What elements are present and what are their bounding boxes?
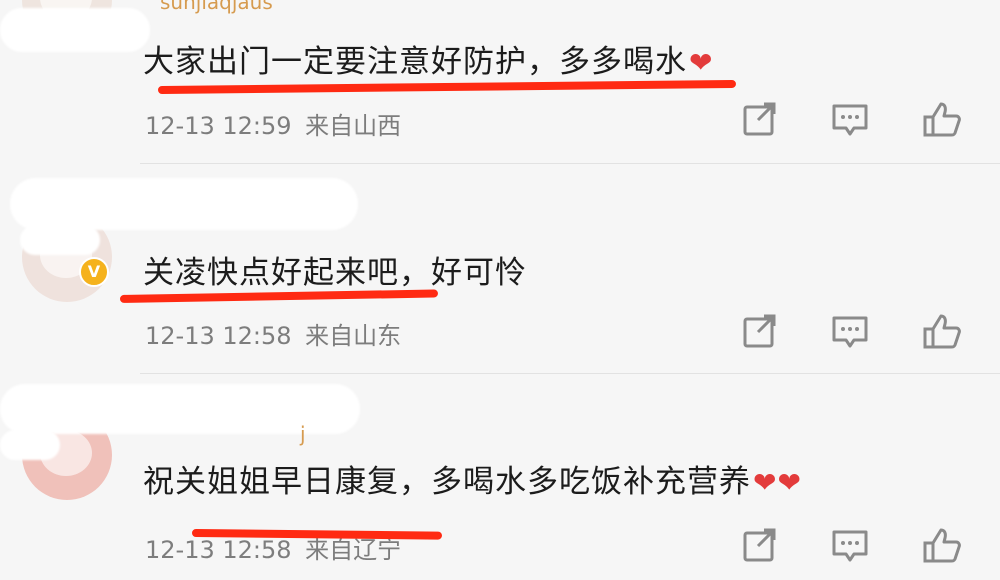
comment-text: 关凌快点好起来吧，好可怜 bbox=[143, 247, 529, 292]
username-redaction bbox=[10, 178, 358, 230]
divider bbox=[140, 163, 1000, 164]
location: 来自山东 bbox=[305, 322, 402, 350]
comment-meta: 12-13 12:59 来自山西 bbox=[145, 106, 401, 141]
comment-icon[interactable] bbox=[830, 526, 870, 566]
like-icon[interactable] bbox=[922, 312, 962, 352]
comment-text-body: 祝关姐姐早日康复，多喝水多吃饭补充营养 bbox=[143, 464, 751, 500]
like-icon[interactable] bbox=[922, 100, 962, 140]
verified-badge-icon: V bbox=[79, 257, 109, 287]
comment-text: 祝关姐姐早日康复，多喝水多吃饭补充营养❤❤ bbox=[143, 456, 802, 501]
heart-emoji: ❤❤ bbox=[753, 466, 802, 499]
username-redaction bbox=[20, 225, 100, 255]
comment-text-body: 大家出门一定要注意好防护，多多喝水 bbox=[143, 44, 687, 80]
comment-text-body: 关凌快点好起来吧，好可怜 bbox=[143, 255, 527, 291]
username-redaction bbox=[0, 430, 60, 460]
username[interactable]: sunjiaqjaus bbox=[160, 0, 273, 12]
heart-emoji: ❤ bbox=[689, 46, 714, 79]
timestamp: 12-13 12:58 bbox=[145, 322, 292, 350]
comment-text: 大家出门一定要注意好防护，多多喝水❤ bbox=[143, 36, 713, 81]
red-underline bbox=[157, 79, 737, 94]
comment-icon[interactable] bbox=[830, 100, 870, 140]
location: 来自辽宁 bbox=[305, 536, 402, 564]
share-icon[interactable] bbox=[740, 526, 780, 566]
username-redaction bbox=[0, 384, 360, 434]
location: 来自山西 bbox=[305, 112, 402, 140]
comment-meta: 12-13 12:58 来自山东 bbox=[145, 316, 401, 351]
share-icon[interactable] bbox=[740, 100, 780, 140]
username-redaction bbox=[0, 8, 150, 52]
divider bbox=[140, 373, 1000, 374]
timestamp: 12-13 12:58 bbox=[145, 536, 292, 564]
share-icon[interactable] bbox=[740, 312, 780, 352]
comment-icon[interactable] bbox=[830, 312, 870, 352]
timestamp: 12-13 12:59 bbox=[145, 112, 292, 140]
username[interactable]: j bbox=[300, 424, 306, 444]
like-icon[interactable] bbox=[922, 526, 962, 566]
